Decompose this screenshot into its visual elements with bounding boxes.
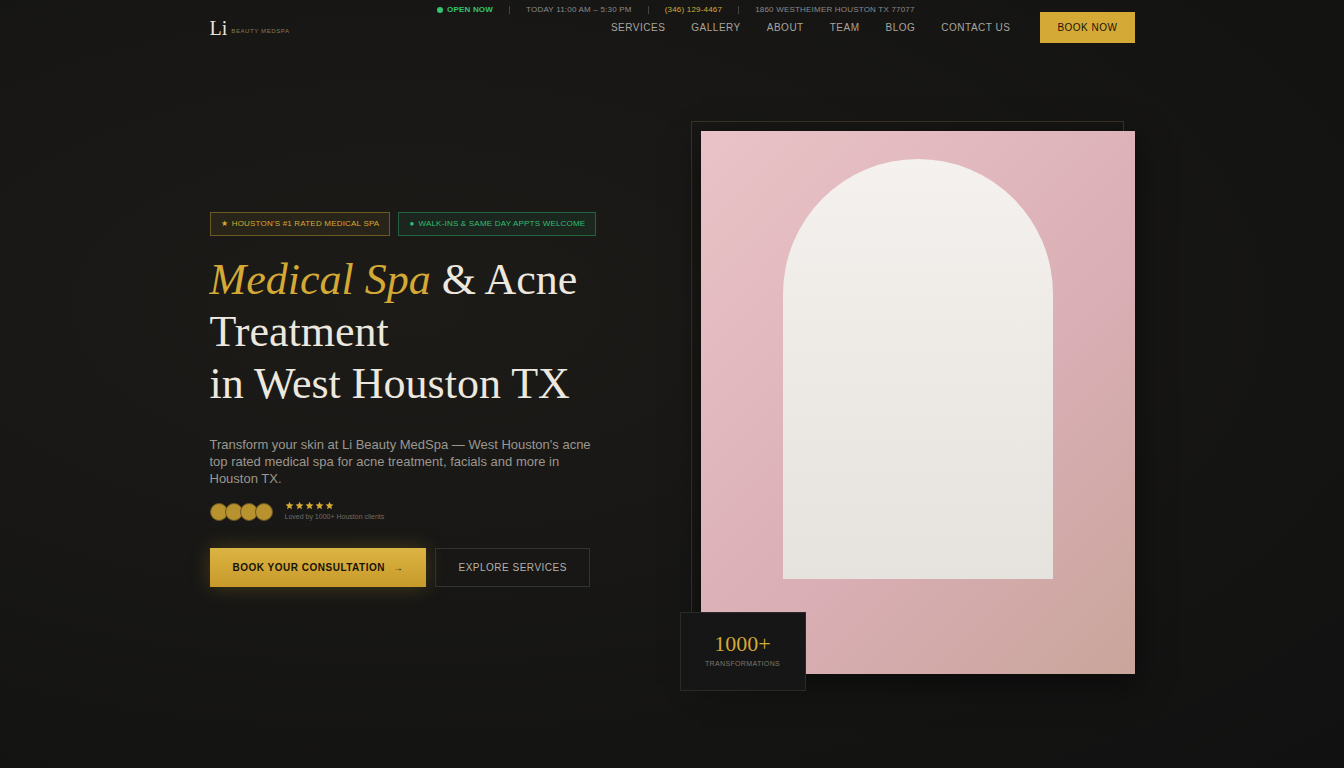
rating: Loved by 1000+ Houston clients xyxy=(210,501,620,523)
avatars xyxy=(210,503,273,521)
badge: ★HOUSTON'S #1 RATED MEDICAL SPA xyxy=(210,212,391,236)
header: LiBEAUTY MEDSPA SERVICES GALLERY ABOUT TEAM B… xyxy=(210,12,1135,43)
nav-item[interactable]: BLOG xyxy=(886,20,916,35)
nav-item[interactable]: CONTACT US xyxy=(941,20,1010,35)
hero-buttons: BOOK YOUR CONSULTATION→EXPLORE SERVICES xyxy=(210,548,620,587)
explore-services-button[interactable]: EXPLORE SERVICES xyxy=(435,548,589,587)
star-icon xyxy=(315,501,324,510)
separator xyxy=(509,6,510,14)
rating-caption: Loved by 1000+ Houston clients xyxy=(285,512,385,523)
page: OPEN NOW TODAY 11:00 AM – 5:30 PM (346) 12… xyxy=(0,0,1344,768)
top-bar: OPEN NOW TODAY 11:00 AM – 5:30 PM (346) 12… xyxy=(0,0,1344,16)
stars xyxy=(285,501,385,510)
nav-item[interactable]: TEAM xyxy=(830,20,860,35)
separator xyxy=(648,6,649,14)
hours: TODAY 11:00 AM – 5:30 PM xyxy=(526,4,632,16)
open-status: OPEN NOW xyxy=(437,4,493,16)
hero: ★HOUSTON'S #1 RATED MEDICAL SPA ●WALK-INS… xyxy=(210,43,1135,674)
badge: ●WALK-INS & SAME DAY APPTS WELCOME xyxy=(398,212,596,236)
hero-heading: Medical Spa & AcneTreatmentin West Houst… xyxy=(210,254,620,410)
stat-label: TRANSFORMATIONS xyxy=(705,659,780,670)
star-icon xyxy=(295,501,304,510)
book-now-button[interactable]: BOOK NOW xyxy=(1040,12,1134,43)
separator xyxy=(738,6,739,14)
stat-value: 1000+ xyxy=(714,633,770,655)
badges: ★HOUSTON'S #1 RATED MEDICAL SPA ●WALK-INS… xyxy=(210,212,620,236)
star-icon xyxy=(285,501,294,510)
hero-photo xyxy=(701,131,1135,674)
hero-paragraph: Transform your skin at Li Beauty MedSpa … xyxy=(210,436,600,487)
hero-image-wrap: 1000+ TRANSFORMATIONS xyxy=(691,121,1135,674)
nav-item[interactable]: ABOUT xyxy=(767,20,804,35)
star-icon xyxy=(305,501,314,510)
nav: SERVICES GALLERY ABOUT TEAM BLOG CONTACT US BO… xyxy=(611,12,1135,43)
status-dot xyxy=(437,7,443,13)
star-icon xyxy=(325,501,334,510)
logo[interactable]: LiBEAUTY MEDSPA xyxy=(210,18,290,38)
nav-item[interactable]: SERVICES xyxy=(611,20,665,35)
address: 1860 WESTHEIMER HOUSTON TX 77077 xyxy=(755,4,915,16)
book-consultation-button[interactable]: BOOK YOUR CONSULTATION→ xyxy=(210,548,427,587)
avatar xyxy=(255,503,273,521)
phone[interactable]: (346) 129-4467 xyxy=(665,4,723,16)
nav-item[interactable]: GALLERY xyxy=(691,20,740,35)
hero-content: ★HOUSTON'S #1 RATED MEDICAL SPA ●WALK-INS… xyxy=(210,212,620,588)
stat-card: 1000+ TRANSFORMATIONS xyxy=(680,612,806,691)
